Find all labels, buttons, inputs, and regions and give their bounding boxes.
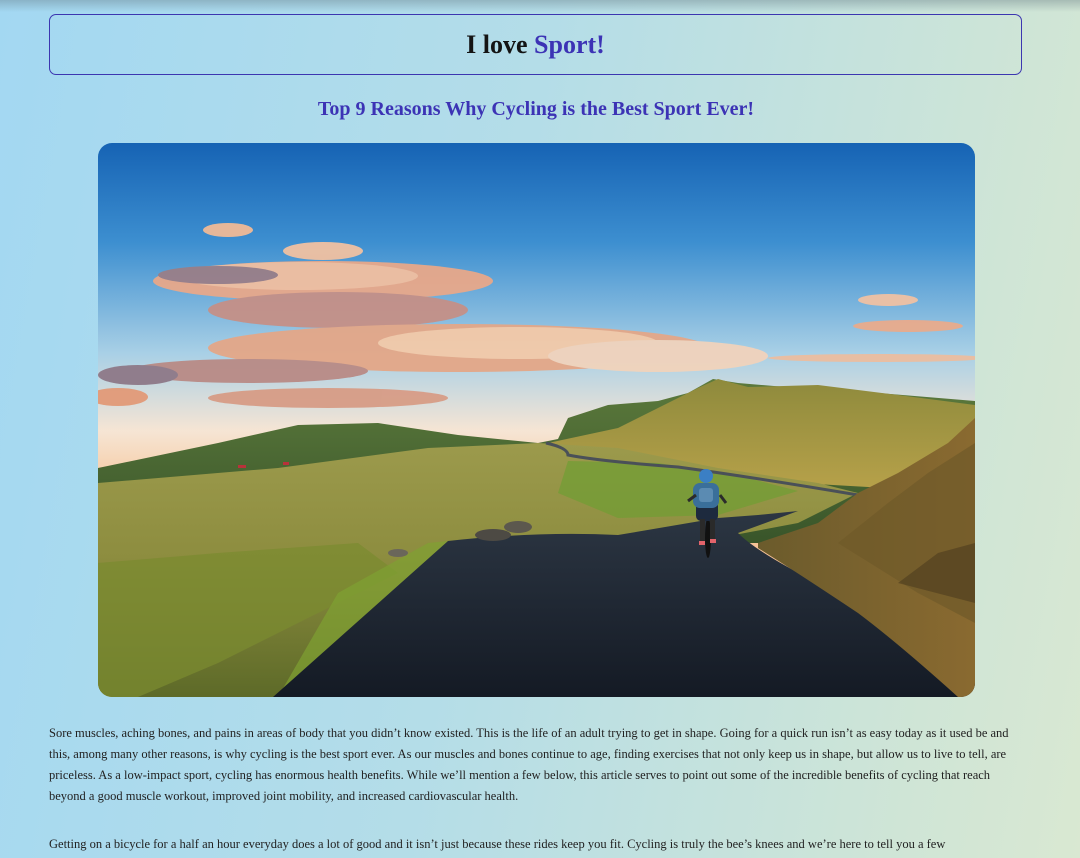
site-title: I love Sport!: [466, 30, 605, 60]
article-paragraph: Getting on a bicycle for a half an hour …: [49, 837, 946, 851]
article-paragraph: Sore muscles, aching bones, and pains in…: [49, 726, 1009, 803]
cyclist-landscape-photo: [98, 143, 975, 697]
article-title: Top 9 Reasons Why Cycling is the Best Sp…: [317, 98, 755, 120]
site-title-prefix: I love: [466, 29, 535, 59]
site-title-accent: Sport!: [534, 29, 605, 59]
site-header: I love Sport!: [49, 14, 1022, 75]
top-shadow: [0, 0, 1080, 12]
hero-image: [98, 143, 975, 697]
